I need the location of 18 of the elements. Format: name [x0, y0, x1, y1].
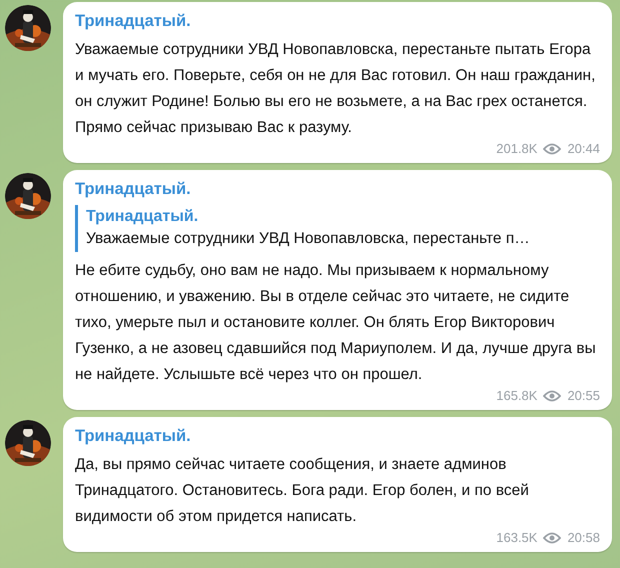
quote-author: Тринадцатый. [86, 207, 200, 227]
message-text: Да, вы прямо сейчас читаете сообщения, и знаете админов Тринадцатого. Остановитесь. Бога ради. Егор болен, и по всей видимости об этом придется написать. [75, 455, 530, 527]
author-name[interactable]: Тринадцатый. [75, 177, 600, 201]
author-name[interactable]: Тринадцатый. [75, 9, 600, 33]
view-count: 165.8K [496, 388, 538, 404]
author-name[interactable]: Тринадцатый. [75, 424, 600, 448]
eye-icon [543, 532, 562, 544]
eye-icon [543, 143, 562, 155]
message-text: Уважаемые сотрудники УВД Новопавловска, перестаньте пытать Егора и мучать его. Поверьте, себя он не для Вас готовил. Он наш гражданин, он служит Родине! Болью вы его не возьмете, а на Вас грех останется. Прямо сейчас призываю Вас к разуму. [75, 40, 596, 138]
message-time: 20:58 [567, 530, 600, 546]
message-text: Не ебите судьбу, оно вам не надо. Мы призываем к нормальному отношению, и уважению. Вы в отделе сейчас это читаете, не сидите тихо, умерьте пыл и остановите коллег. Он блять Егор Викторович Гузенко, а не азовец сдавшийся под Мариуполем. И да, лучше друга вы не найдете. Услышьте всё через что он прошел. [75, 261, 597, 385]
view-count: 201.8K [496, 141, 538, 157]
message-time: 20:44 [567, 141, 600, 157]
view-count: 163.5K [496, 530, 538, 546]
eye-icon [543, 390, 562, 402]
reply-quote[interactable]: Тринадцатый. Уважаемые сотрудники УВД Новопавловска, перестаньте п… [75, 205, 600, 252]
quote-text: Уважаемые сотрудники УВД Новопавловска, перестаньте п… [86, 229, 531, 249]
message-time: 20:55 [567, 388, 600, 404]
